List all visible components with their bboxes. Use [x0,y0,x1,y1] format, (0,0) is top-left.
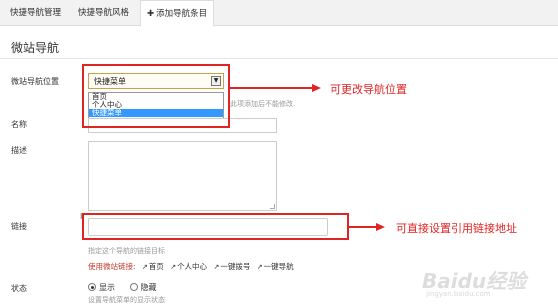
external-link-icon: ↗ [213,263,220,271]
quicklink-call[interactable]: ↗一键拨号 [213,262,250,271]
tab-bar: 快捷导航管理 快捷导航风格 ✚ 添加导航条目 [0,0,558,27]
annotation-box-link [82,213,349,240]
position-help: 此项添加后不能修改. [230,100,296,108]
status-show-label[interactable]: 显示 [99,283,115,292]
status-hide-label[interactable]: 隐藏 [141,283,157,292]
annotation-arrow-position [230,87,315,89]
annotation-arrow-link [349,226,379,228]
quicklink-navigate-label: 一键导航 [263,262,294,271]
title-label: 名称 [11,120,27,129]
status-show-radio[interactable] [88,283,96,291]
tab-shortcut-nav-manage[interactable]: 快捷导航管理 [8,0,63,26]
status-radio-group: 显示 隐藏 [88,282,169,293]
divider [0,58,558,59]
quicklink-call-label: 一键拨号 [220,262,251,271]
quicklink-home-label: 首页 [148,262,164,271]
tab-add-nav-item-label: 添加导航条目 [156,9,208,19]
status-label: 状态 [11,284,27,293]
description-label: 描述 [11,146,27,155]
external-link-icon: ↗ [170,263,177,271]
arrow-right-icon [376,223,385,231]
quicklink-home[interactable]: ↗首页 [142,262,164,271]
quicklinks-label: 使用微站链接: [88,262,136,271]
position-label: 微站导航位置 [11,77,59,86]
quicklink-profile[interactable]: ↗个人中心 [170,262,207,271]
annotation-box-position [82,64,230,128]
quicklinks: 使用微站链接: ↗首页 ↗个人中心 ↗一键拨号 ↗一键导航 [88,261,294,272]
tab-add-nav-item[interactable]: ✚ 添加导航条目 [140,0,215,27]
description-textarea[interactable] [88,141,277,211]
link-label: 链接 [11,222,27,231]
watermark-url: jingyan.baidu.com [426,290,491,298]
page-title: 微站导航 [11,41,60,55]
annotation-link-note: 可直接设置引用链接地址 [396,222,517,235]
quicklink-navigate[interactable]: ↗一键导航 [257,262,294,271]
quicklink-profile-label: 个人中心 [177,262,208,271]
status-help: 设置导航菜单的显示状态 [88,296,165,304]
link-help: 指定这个导航的链接目标 [88,247,165,255]
external-link-icon: ↗ [256,263,263,271]
annotation-position-note: 可更改导航位置 [330,83,407,96]
external-link-icon: ↗ [141,263,148,271]
baidu-jingyan-watermark: Baidu经验 jingyan.baidu.com [422,263,552,303]
plus-icon: ✚ [147,9,155,19]
tab-shortcut-nav-style[interactable]: 快捷导航风格 [76,0,131,26]
arrow-right-icon [312,84,321,92]
resize-handle[interactable] [270,204,275,209]
status-hide-radio[interactable] [129,283,138,291]
